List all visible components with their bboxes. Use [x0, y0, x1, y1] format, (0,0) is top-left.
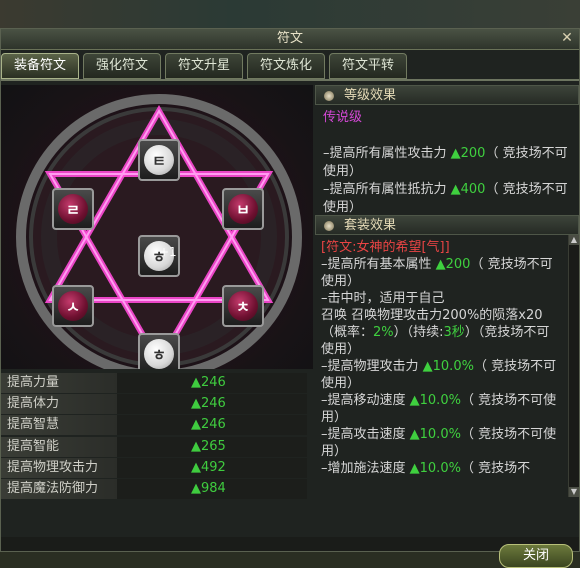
tab-divider: [1, 79, 579, 81]
set-effect-header: 套装效果: [315, 215, 579, 235]
stat-row: 提高智能 ▲265: [1, 436, 313, 457]
effect-text: –提高攻击速度: [321, 427, 410, 442]
effect-value: 3秒: [443, 325, 465, 340]
set-effect-line: –击中时，适用于自己: [321, 291, 445, 306]
effect-value: ▲200: [450, 146, 486, 161]
stat-label: 提高智慧: [1, 415, 117, 436]
rune-slot-top[interactable]: ㅌ: [138, 139, 180, 181]
effect-text: ）（持续:: [393, 325, 444, 340]
window-titlebar[interactable]: 符文 ✕: [1, 29, 579, 50]
effect-value: ▲400: [450, 182, 486, 197]
set-effect-line: –提高攻击速度 ▲10.0%（ 竞技场不可使用）: [321, 426, 561, 460]
rune-slot-lower-right[interactable]: ㅊ: [222, 285, 264, 327]
stat-value: ▲492: [117, 457, 307, 478]
rune-glyph-top: ㅌ: [144, 145, 174, 175]
set-effect-line: –提高物理攻击力 ▲10.0%（ 竞技场不可使用）: [321, 358, 561, 392]
stat-row: 提高魔法防御力 ▲984: [1, 478, 313, 499]
effect-value: ▲10.0%: [409, 393, 461, 408]
stat-label: 提高物理攻击力: [1, 457, 117, 478]
game-background: [0, 0, 580, 30]
effect-text: –提高所有基本属性: [321, 257, 436, 272]
stat-row: 提高体力 ▲246: [1, 394, 313, 415]
scroll-up-icon[interactable]: ▲: [569, 235, 579, 245]
rune-slot-upper-right[interactable]: ㅂ: [222, 188, 264, 230]
level-effect-line: –提高所有属性抵抗力 ▲400（ 竞技场不可使用）: [323, 181, 571, 217]
bottom-bar: [1, 537, 579, 551]
rune-glyph-lower-right: ㅊ: [228, 291, 258, 321]
set-effect-body[interactable]: [符文:女神的希望[气]] –提高所有基本属性 ▲200（ 竞技场不可使用） –…: [315, 235, 579, 505]
effect-text: –增加施法速度: [321, 461, 410, 476]
effect-value: ▲10.0%: [422, 359, 474, 374]
tab-rune-refine[interactable]: 符文炼化: [247, 53, 325, 79]
stat-value: ▲246: [117, 373, 307, 393]
stat-value: ▲984: [117, 478, 307, 499]
scroll-down-icon[interactable]: ▼: [569, 487, 579, 497]
effect-value: ▲10.0%: [409, 427, 461, 442]
effects-panel: 等级效果 传说级 –提高所有属性攻击力 ▲200（ 竞技场不可使用） –提高所有…: [315, 85, 579, 545]
effect-text: –提高所有属性抵抗力: [323, 182, 451, 197]
stat-list: 提高力量 ▲246 提高体力 ▲246 提高智慧 ▲246 提高智能 ▲265 提高物理…: [1, 373, 313, 500]
stat-label: 提高体力: [1, 394, 117, 415]
rune-circle-panel: ㅌ ㄹ ㅂ ㅎ ㅅ ㅊ ㅎ +1: [1, 85, 313, 369]
stat-label: 提高智能: [1, 436, 117, 457]
tab-enhance-rune[interactable]: 强化符文: [83, 53, 161, 79]
set-effect-scrollbar[interactable]: ▲ ▼: [568, 235, 579, 497]
stat-row: 提高物理攻击力 ▲492: [1, 457, 313, 478]
tab-bar: 装备符文 强化符文 符文升星 符文炼化 符文平转: [1, 53, 407, 79]
window-title: 符文: [276, 31, 303, 46]
level-effect-body: 传说级 –提高所有属性攻击力 ▲200（ 竞技场不可使用） –提高所有属性抵抗力…: [315, 105, 579, 215]
effect-text: –提高所有属性攻击力: [323, 146, 451, 161]
set-effect-title: 套装效果: [344, 218, 397, 233]
set-name: [符文:女神的希望[气]]: [321, 240, 450, 255]
stat-value: ▲246: [117, 394, 307, 415]
rune-glyph-bottom: ㅎ: [144, 339, 174, 369]
effect-value: ▲10.0%: [409, 461, 461, 476]
rune-glyph-upper-right: ㅂ: [228, 194, 258, 224]
effect-text: –提高移动速度: [321, 393, 410, 408]
level-effect-header: 等级效果: [315, 85, 579, 105]
set-effect-line: 召唤 召唤物理攻击力200%的陨落x20 （概率：2%）（持续:3秒）（竞技场不…: [321, 307, 561, 358]
tab-rune-star-up[interactable]: 符文升星: [165, 53, 243, 79]
set-effect-line: –提高所有基本属性 ▲200（ 竞技场不可使用）: [321, 256, 561, 290]
bullet-icon: [324, 91, 334, 101]
grade-text: 传说级: [323, 110, 363, 125]
rune-slot-lower-left[interactable]: ㅅ: [52, 285, 94, 327]
rune-slot-bottom[interactable]: ㅎ: [138, 333, 180, 369]
level-effect-line: –提高所有属性攻击力 ▲200（ 竞技场不可使用）: [323, 145, 571, 181]
set-effect-line: –增加施法速度 ▲10.0%（ 竞技场不: [321, 460, 561, 477]
tab-equip-rune[interactable]: 装备符文: [1, 53, 79, 79]
close-button[interactable]: 关闭: [499, 544, 573, 568]
rune-slot-upper-left[interactable]: ㄹ: [52, 188, 94, 230]
effect-value: ▲200: [435, 257, 471, 272]
rune-enhance-level: +1: [159, 245, 177, 259]
stat-row: 提高智慧 ▲246: [1, 415, 313, 436]
level-effect-title: 等级效果: [344, 88, 397, 103]
bullet-icon: [324, 221, 334, 231]
tab-rune-transfer[interactable]: 符文平转: [329, 53, 407, 79]
close-icon[interactable]: ✕: [559, 31, 575, 47]
stat-row: 提高力量 ▲246: [1, 373, 313, 393]
rune-window: 符文 ✕ 装备符文 强化符文 符文升星 符文炼化 符文平转 ㅌ ㄹ ㅂ ㅎ ㅅ …: [0, 28, 580, 568]
effect-value: 2%: [373, 325, 394, 340]
stat-value: ▲265: [117, 436, 307, 457]
stat-label: 提高力量: [1, 373, 117, 393]
effect-note: （ 竞技场不: [460, 461, 531, 476]
effect-text: –提高物理攻击力: [321, 359, 423, 374]
stat-value: ▲246: [117, 415, 307, 436]
magic-circle-graphic: [16, 94, 302, 369]
stat-label: 提高魔法防御力: [1, 478, 117, 499]
rune-glyph-lower-left: ㅅ: [58, 291, 88, 321]
set-effect-line: –提高移动速度 ▲10.0%（ 竞技场不可使用）: [321, 392, 561, 426]
rune-glyph-upper-left: ㄹ: [58, 194, 88, 224]
